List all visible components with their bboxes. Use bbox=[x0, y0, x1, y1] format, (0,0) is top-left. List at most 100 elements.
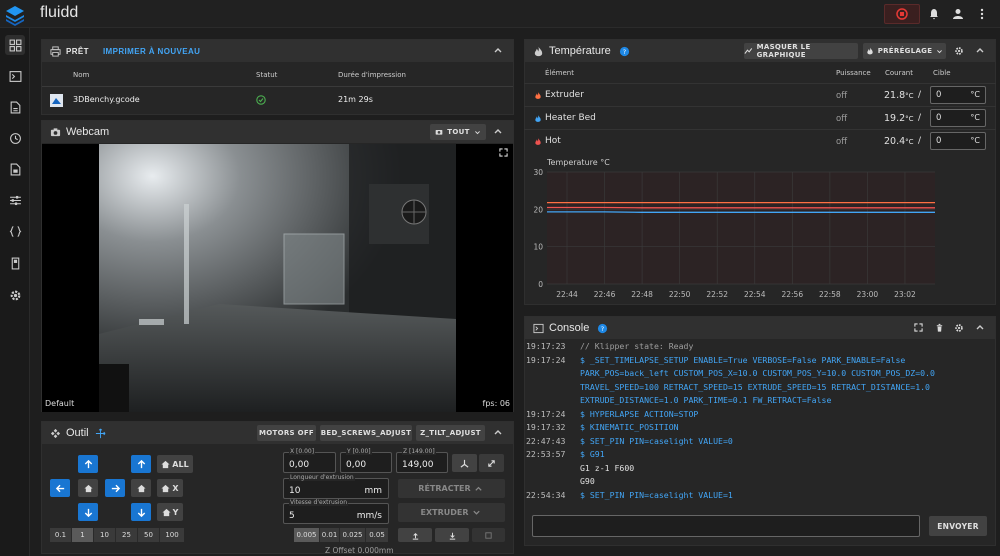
settings-icon[interactable] bbox=[5, 285, 25, 305]
fluidd-logo-icon[interactable] bbox=[4, 4, 26, 26]
webcam-viewport[interactable]: Default fps: 06 bbox=[42, 144, 513, 412]
extrude-length-field[interactable]: Longueur d'extrusion 10 mm bbox=[283, 474, 389, 499]
position-x-field[interactable]: X [0.00] 0,00 bbox=[283, 448, 336, 473]
history-icon[interactable] bbox=[5, 128, 25, 148]
app-title: fluidd bbox=[40, 4, 79, 21]
gear-icon[interactable] bbox=[954, 323, 964, 333]
emergency-stop-button[interactable] bbox=[884, 4, 920, 24]
retract-button[interactable]: RÉTRACTER bbox=[398, 479, 505, 498]
heater-current-temp: 20.4°C bbox=[884, 136, 914, 147]
jog-step-option[interactable]: 0.1 bbox=[50, 528, 72, 542]
table-row[interactable]: 3DBenchy.gcode 21m 29s bbox=[42, 87, 513, 115]
slash-separator: / bbox=[918, 113, 922, 123]
console-line: $ SET_PIN PIN=caselight VALUE=0 bbox=[580, 435, 733, 446]
tune-icon[interactable] bbox=[5, 190, 25, 210]
console-line: $ HYPERLAPSE ACTION=STOP bbox=[580, 408, 699, 419]
z-tilt-adjust-button[interactable]: Z_TILT_ADJUST bbox=[416, 425, 485, 441]
jog-y-plus-button[interactable] bbox=[78, 455, 98, 473]
heater-name: Extruder bbox=[545, 90, 584, 100]
jog-x-minus-button[interactable] bbox=[50, 479, 70, 497]
jobs-icon[interactable] bbox=[5, 159, 25, 179]
console-line: $ G91 bbox=[580, 449, 605, 459]
jog-step-option-selected[interactable]: 1 bbox=[72, 528, 94, 542]
jog-step-option[interactable]: 100 bbox=[160, 528, 184, 542]
console-command-input[interactable] bbox=[532, 515, 920, 537]
chevron-up-icon[interactable] bbox=[493, 126, 503, 136]
chevron-up-icon[interactable] bbox=[493, 45, 503, 55]
camera-name: Default bbox=[45, 399, 75, 408]
more-menu-button[interactable] bbox=[975, 4, 989, 24]
heater-target-input[interactable]: 0 °C bbox=[930, 132, 986, 150]
position-z-field[interactable]: Z [149.00] 149,00 bbox=[396, 448, 448, 473]
toolhead-control-style-button[interactable] bbox=[452, 454, 477, 472]
z-offset-save-button[interactable] bbox=[472, 528, 505, 542]
home-y-button[interactable]: Y bbox=[157, 503, 183, 521]
chart-y-tick-label: 0 bbox=[538, 280, 543, 289]
fullscreen-icon[interactable] bbox=[914, 323, 923, 332]
user-button[interactable] bbox=[949, 4, 967, 24]
home-xy-button[interactable] bbox=[78, 479, 98, 497]
jog-z-minus-button[interactable] bbox=[131, 503, 151, 521]
gear-icon[interactable] bbox=[954, 46, 964, 56]
system-icon[interactable] bbox=[5, 253, 25, 273]
console-card-header: Console ? bbox=[525, 317, 995, 339]
status-card: PRÊT IMPRIMER À NOUVEAU Nom Statut Durée… bbox=[41, 39, 514, 115]
send-button[interactable]: ENVOYER bbox=[929, 516, 987, 536]
job-name: 3DBenchy.gcode bbox=[73, 95, 140, 104]
z-step-option-selected[interactable]: 0.005 bbox=[294, 528, 320, 542]
help-icon[interactable]: ? bbox=[619, 46, 630, 57]
bed-screws-adjust-button[interactable]: BED_SCREWS_ADJUST bbox=[320, 425, 412, 441]
camera-filter-select[interactable]: TOUT bbox=[430, 124, 486, 140]
move-to-button[interactable] bbox=[479, 454, 504, 472]
save-icon bbox=[485, 531, 492, 539]
dots-vertical-icon bbox=[980, 8, 984, 20]
home-all-button[interactable]: ALL bbox=[157, 455, 193, 473]
temperature-chart[interactable]: Temperature °C30 20 10 0 22:44 22:46 22:48 22:5… bbox=[525, 153, 995, 305]
heater-row-extruder: Extruder off 21.8°C / 0 °C bbox=[524, 83, 996, 105]
jog-x-plus-button[interactable] bbox=[105, 479, 125, 497]
console-line: $ SET_PIN PIN=caselight VALUE=1 bbox=[580, 489, 733, 500]
home-z-button[interactable] bbox=[131, 479, 151, 497]
jog-step-option[interactable]: 50 bbox=[138, 528, 160, 542]
delete-icon[interactable] bbox=[935, 323, 944, 333]
preset-select[interactable]: PRÉRÉGLAGE bbox=[863, 43, 946, 59]
motors-off-button[interactable]: MOTORS OFF bbox=[257, 425, 316, 441]
reprint-button[interactable]: IMPRIMER À NOUVEAU bbox=[103, 47, 200, 56]
chart-x-tick-label: 22:46 bbox=[594, 290, 616, 299]
console-icon[interactable] bbox=[5, 66, 25, 86]
jog-y-minus-button[interactable] bbox=[78, 503, 98, 521]
chart-y-axis-label: Temperature °C bbox=[546, 158, 610, 167]
extrude-button[interactable]: EXTRUDER bbox=[398, 503, 505, 522]
z-step-selector[interactable]: 0.005 0.01 0.025 0.05 bbox=[294, 528, 388, 542]
jog-step-option[interactable]: 25 bbox=[116, 528, 138, 542]
notifications-button[interactable] bbox=[925, 4, 943, 24]
z-step-option[interactable]: 0.025 bbox=[340, 528, 366, 542]
heater-target-input[interactable]: 0 °C bbox=[930, 109, 986, 127]
fire-icon bbox=[534, 46, 543, 56]
files-icon[interactable] bbox=[5, 97, 25, 117]
chevron-up-icon[interactable] bbox=[975, 322, 985, 332]
chevron-up-icon[interactable] bbox=[975, 45, 985, 55]
extrude-speed-field[interactable]: Vitesse d'extrusion 5 mm/s bbox=[283, 499, 389, 524]
heater-current-temp: 19.2°C bbox=[884, 113, 914, 124]
hide-chart-button[interactable]: MASQUER LE GRAPHIQUE bbox=[744, 43, 858, 59]
jog-z-plus-button[interactable] bbox=[131, 455, 151, 473]
z-step-option[interactable]: 0.01 bbox=[320, 528, 340, 542]
heater-row-bed: Heater Bed off 19.2°C / 0 °C bbox=[524, 106, 996, 128]
dashboard-icon[interactable] bbox=[5, 35, 25, 55]
macros-icon[interactable] bbox=[5, 221, 25, 241]
position-y-field[interactable]: Y [0.00] 0,00 bbox=[340, 448, 392, 473]
chevron-up-icon bbox=[475, 486, 482, 491]
home-x-button[interactable]: X bbox=[157, 479, 183, 497]
z-offset-down-button[interactable] bbox=[435, 528, 469, 542]
z-step-option[interactable]: 0.05 bbox=[366, 528, 388, 542]
chart-y-tick-label: 30 bbox=[533, 168, 543, 177]
fullscreen-icon[interactable] bbox=[499, 148, 508, 157]
chevron-up-icon[interactable] bbox=[493, 427, 503, 437]
heater-target-input[interactable]: 0 °C bbox=[930, 86, 986, 104]
jog-step-selector[interactable]: 0.1 1 10 25 50 100 bbox=[50, 528, 184, 542]
console-line: $ KINEMATIC_POSITION bbox=[580, 422, 679, 432]
help-icon[interactable]: ? bbox=[597, 323, 608, 334]
jog-step-option[interactable]: 10 bbox=[94, 528, 116, 542]
z-offset-up-button[interactable] bbox=[398, 528, 432, 542]
